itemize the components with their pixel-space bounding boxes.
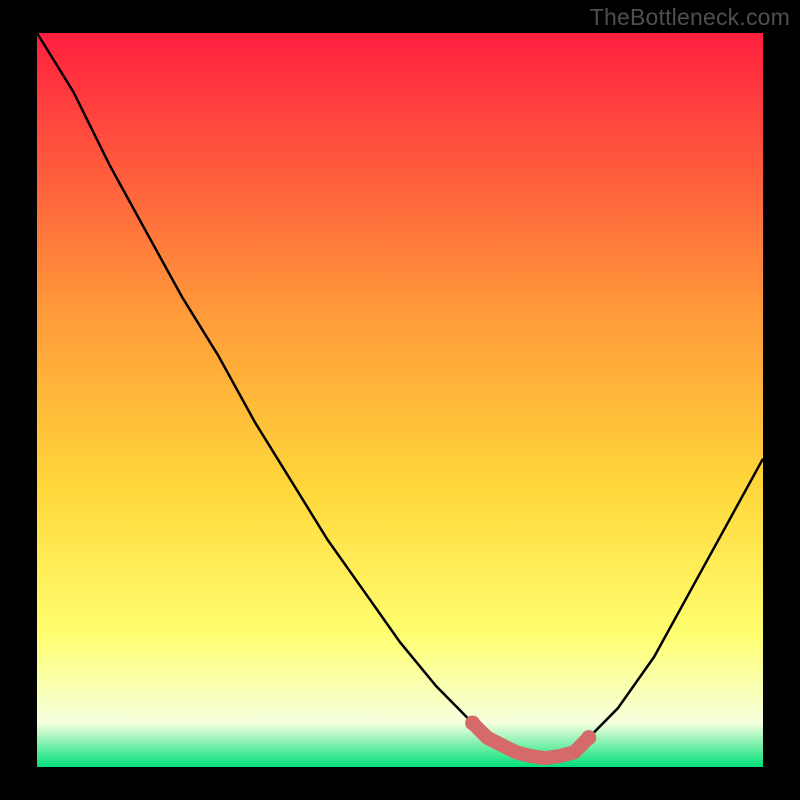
bottleneck-chart [0, 0, 800, 800]
optimal-start-dot [465, 716, 480, 731]
chart-stage: TheBottleneck.com [0, 0, 800, 800]
watermark-label: TheBottleneck.com [590, 4, 790, 31]
optimal-end-dot [581, 730, 596, 745]
